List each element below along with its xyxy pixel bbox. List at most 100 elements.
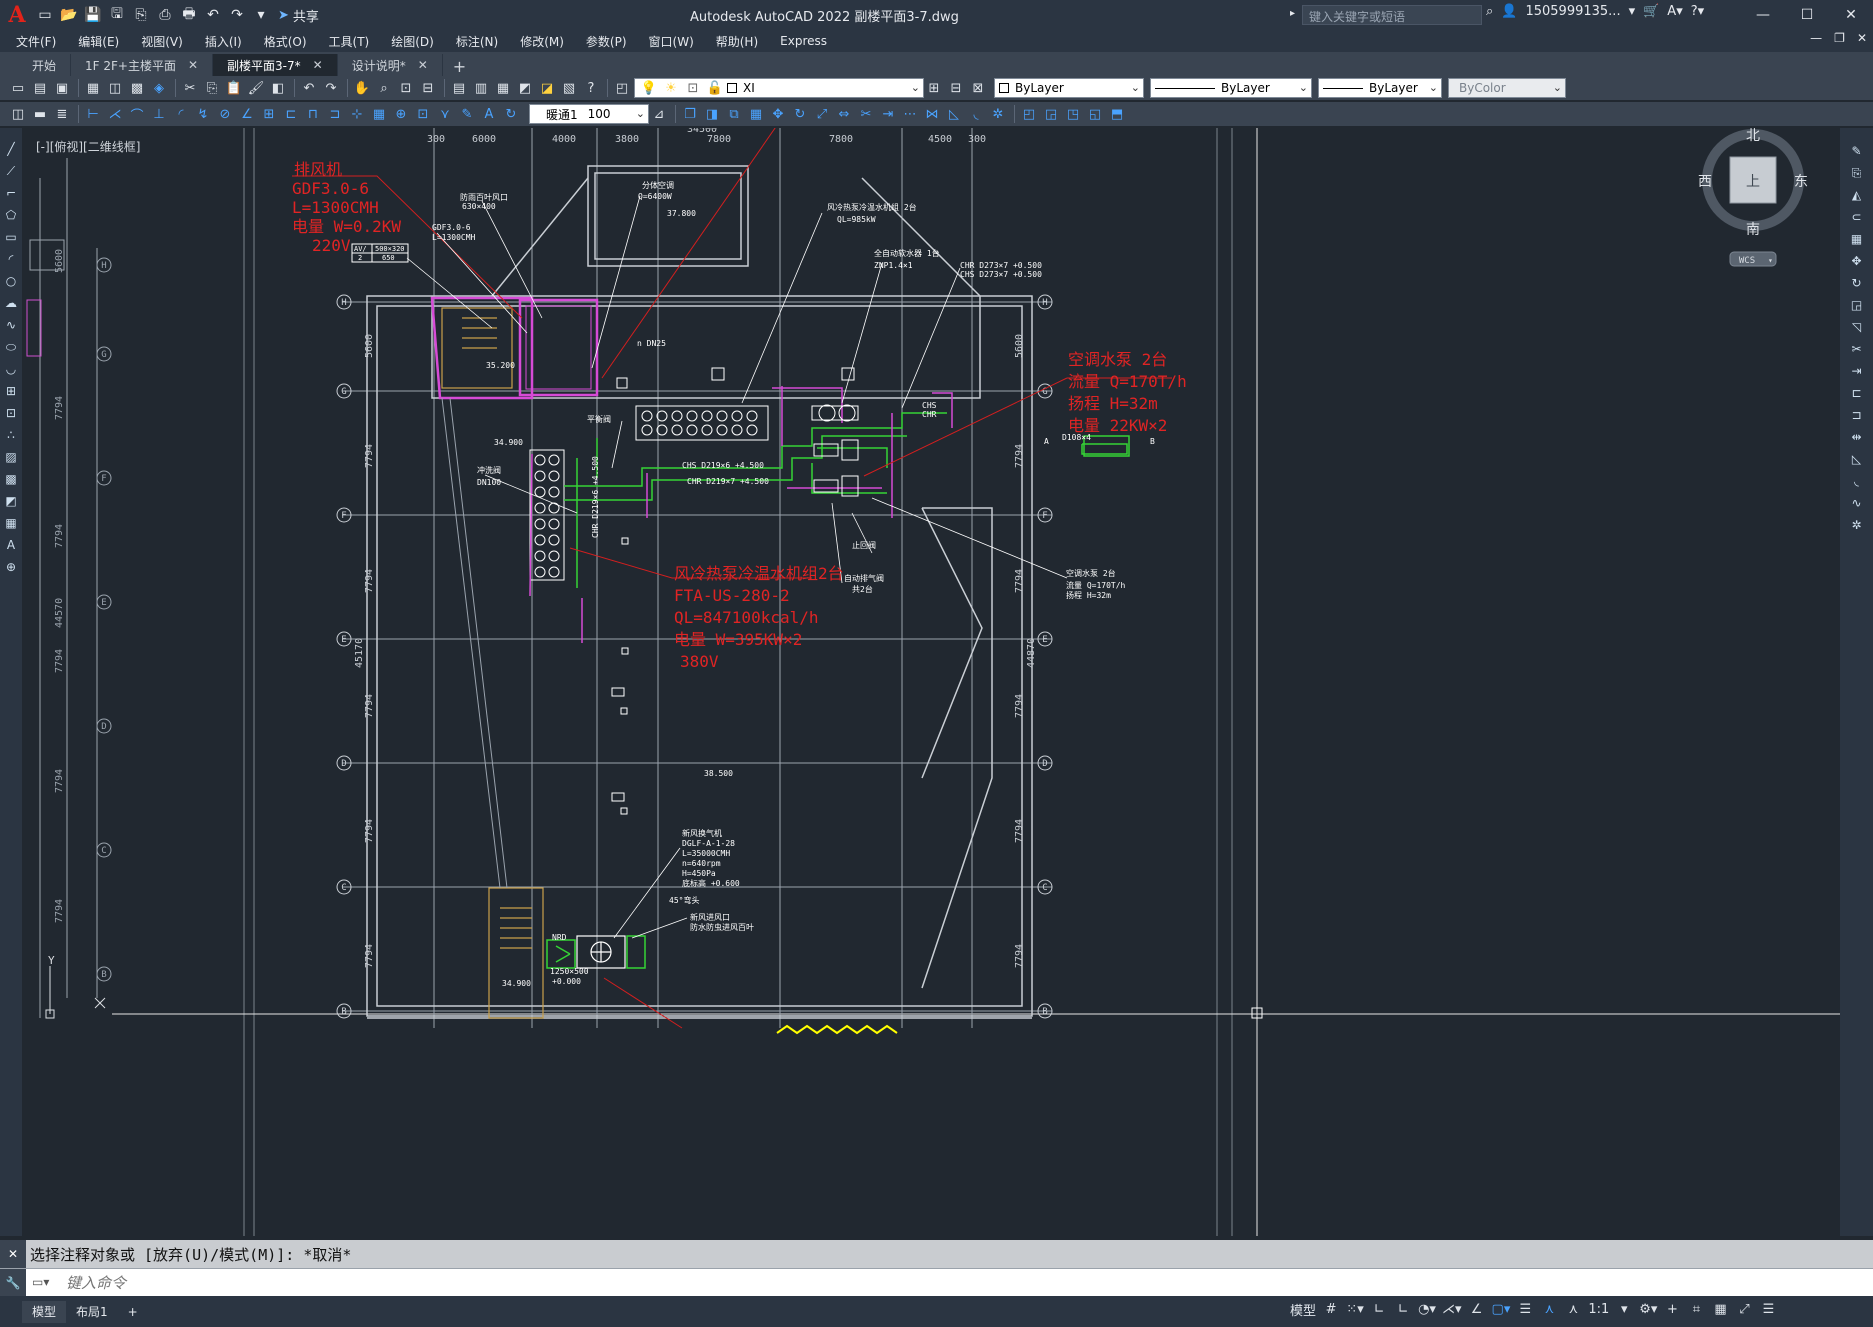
user-icon[interactable]: 👤: [1501, 4, 1517, 19]
properties-icon[interactable]: ▤: [449, 78, 469, 98]
break-icon[interactable]: ⋯: [900, 104, 920, 124]
help-icon[interactable]: ?: [581, 78, 601, 98]
new-file-icon[interactable]: ▭: [34, 4, 56, 26]
erase-icon[interactable]: ✎: [1848, 142, 1866, 160]
menu-format[interactable]: 格式(O): [264, 33, 307, 50]
copy-icon[interactable]: ⎘: [1848, 164, 1866, 182]
user-menu-chevron-icon[interactable]: ▾: [1629, 4, 1636, 19]
linear-dim-icon[interactable]: ⊢: [83, 104, 103, 124]
layer-walk-icon[interactable]: ≣: [52, 104, 72, 124]
line-icon[interactable]: ╱: [2, 140, 20, 158]
circle-icon[interactable]: ○: [2, 272, 20, 290]
menu-dimension[interactable]: 标注(N): [456, 33, 498, 50]
cart-icon[interactable]: 🛒: [1643, 4, 1659, 19]
doc-close-icon[interactable]: ✕: [1857, 31, 1867, 45]
array-icon[interactable]: ▦: [1848, 230, 1866, 248]
table-icon[interactable]: ▦: [2, 514, 20, 532]
fillet-icon[interactable]: ◟: [966, 104, 986, 124]
dim-space-icon[interactable]: ⊐: [325, 104, 345, 124]
snap-icon[interactable]: ⁙▾: [1346, 1302, 1364, 1317]
quick-dim-icon[interactable]: ⊞: [259, 104, 279, 124]
tab-layout1[interactable]: 布局1: [66, 1301, 118, 1323]
command-line[interactable]: 🔧 ▭▾: [0, 1268, 1873, 1297]
tab-close-icon[interactable]: ✕: [418, 58, 428, 72]
add-layout-icon[interactable]: +: [118, 1301, 148, 1323]
layer-dropdown[interactable]: 💡 ☀ ⊡ 🔓 XI ⌄: [634, 78, 924, 98]
ortho-icon[interactable]: ∟: [1394, 1302, 1412, 1317]
make-block-icon[interactable]: ⊡: [2, 404, 20, 422]
doc-minimize-icon[interactable]: —: [1810, 31, 1822, 45]
layer-state-icon[interactable]: ⊠: [968, 78, 988, 98]
undo-icon[interactable]: ↶: [299, 78, 319, 98]
close-icon[interactable]: ✕: [1829, 0, 1873, 30]
join-icon[interactable]: ⇹: [1848, 428, 1866, 446]
block-icon[interactable]: ◫: [8, 104, 28, 124]
linetype-dropdown[interactable]: ByLayer ⌄: [1150, 78, 1312, 98]
spline-icon[interactable]: ∿: [2, 316, 20, 334]
full-screen-icon[interactable]: ⤢: [1735, 1302, 1753, 1317]
save-web-icon[interactable]: ⎙: [154, 4, 176, 26]
command-recent-icon[interactable]: ▭▾: [32, 1275, 49, 1289]
offset-icon[interactable]: ⊂: [1848, 208, 1866, 226]
otrack-icon[interactable]: ∠: [1468, 1302, 1486, 1317]
user-name[interactable]: 1505999135...: [1525, 4, 1620, 19]
share-button[interactable]: ➤ 共享: [278, 6, 319, 25]
trim-icon[interactable]: ✂: [1848, 340, 1866, 358]
arc-length-icon[interactable]: ⌒: [127, 104, 147, 124]
tool-palettes-icon[interactable]: ▦: [493, 78, 513, 98]
make-current-icon[interactable]: ⊞: [924, 78, 944, 98]
fillet-icon[interactable]: ◟: [1848, 472, 1866, 490]
text-front-icon[interactable]: ⬒: [1107, 104, 1127, 124]
scale-icon[interactable]: ◲: [1848, 296, 1866, 314]
command-customize-icon[interactable]: 🔧: [0, 1269, 26, 1297]
inspection-icon[interactable]: ⊡: [413, 104, 433, 124]
explode-icon[interactable]: ✲: [1848, 516, 1866, 534]
tab-annex-plan[interactable]: 副楼平面3-7* ✕: [213, 54, 338, 76]
drawing-area[interactable]: [-][俯视][二维线框] 5600 7794 7794 7794 7794 7…: [22, 128, 1840, 1236]
trim-icon[interactable]: ✂: [856, 104, 876, 124]
jogged-linear-icon[interactable]: ⋎: [435, 104, 455, 124]
design-center-icon[interactable]: ▥: [471, 78, 491, 98]
redo-icon[interactable]: ↷: [321, 78, 341, 98]
block-editor-icon[interactable]: ◧: [268, 78, 288, 98]
tab-start[interactable]: 开始: [18, 54, 72, 76]
jogged-dim-icon[interactable]: ↯: [193, 104, 213, 124]
pan-icon[interactable]: ✋: [352, 78, 372, 98]
layer-properties-icon[interactable]: ◰: [612, 78, 632, 98]
annotation-monitor-icon[interactable]: +: [1663, 1302, 1681, 1317]
lineweight-icon[interactable]: ☰: [1516, 1302, 1534, 1317]
ellipse-icon[interactable]: ⬭: [2, 338, 20, 356]
draworder-front-icon[interactable]: ◰: [1019, 104, 1039, 124]
expand-search-icon[interactable]: ▸: [1290, 8, 1295, 19]
lineweight-dropdown[interactable]: ByLayer ⌄: [1318, 78, 1442, 98]
3d-print-icon[interactable]: ◈: [149, 78, 169, 98]
isodraft-icon[interactable]: ⋌▾: [1442, 1302, 1462, 1317]
revcloud-icon[interactable]: ☁: [2, 294, 20, 312]
zoom-previous-icon[interactable]: ⊟: [418, 78, 438, 98]
explode-icon[interactable]: ✲: [988, 104, 1008, 124]
undo-icon[interactable]: ↶: [202, 4, 224, 26]
menu-window[interactable]: 窗口(W): [649, 33, 694, 50]
move-icon[interactable]: ✥: [1848, 252, 1866, 270]
model-space-toggle[interactable]: 模型: [1290, 1300, 1316, 1319]
dim-update-icon[interactable]: ↻: [501, 104, 521, 124]
polyline-icon[interactable]: ⌐: [2, 184, 20, 202]
sheet-set-icon[interactable]: ◩: [515, 78, 535, 98]
rotate-icon[interactable]: ↻: [790, 104, 810, 124]
join-icon[interactable]: ⋈: [922, 104, 942, 124]
open-web-icon[interactable]: ⎘: [130, 4, 152, 26]
dimstyle-dropdown[interactable]: 暖通1 100 ⌄: [529, 104, 649, 124]
menu-draw[interactable]: 绘图(D): [391, 33, 434, 50]
doc-restore-icon[interactable]: ❐: [1834, 31, 1845, 45]
break-icon[interactable]: ⊐: [1848, 406, 1866, 424]
menu-file[interactable]: 文件(F): [16, 33, 56, 50]
save-icon[interactable]: 💾: [82, 4, 104, 26]
blend-icon[interactable]: ∿: [1848, 494, 1866, 512]
angular-dim-icon[interactable]: ∠: [237, 104, 257, 124]
region-icon[interactable]: ◩: [2, 492, 20, 510]
command-close-icon[interactable]: ✕: [0, 1240, 26, 1268]
continue-dim-icon[interactable]: ⊓: [303, 104, 323, 124]
mirror-icon[interactable]: ◨: [702, 104, 722, 124]
draworder-below-icon[interactable]: ◱: [1085, 104, 1105, 124]
autodesk-app-icon[interactable]: A▾: [1667, 4, 1682, 19]
